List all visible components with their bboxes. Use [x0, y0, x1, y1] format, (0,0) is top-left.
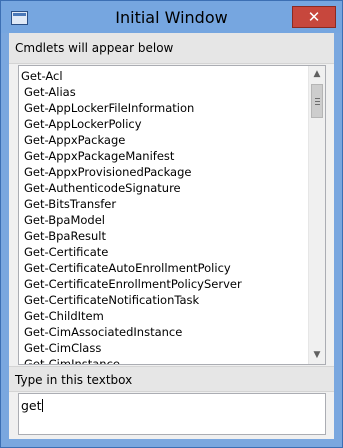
list-item[interactable]: Get-AppxPackage — [19, 132, 307, 148]
list-item[interactable]: Get-CimClass — [19, 340, 307, 356]
scroll-down-arrow-icon[interactable]: ▼ — [309, 347, 325, 364]
list-item[interactable]: Get-AppxPackageManifest — [19, 148, 307, 164]
list-item[interactable]: Get-AppxProvisionedPackage — [19, 164, 307, 180]
text-caret — [41, 399, 43, 412]
app-window-icon[interactable] — [11, 11, 28, 25]
title-bar[interactable]: Initial Window ✕ — [1, 1, 342, 33]
close-button[interactable]: ✕ — [292, 6, 336, 28]
list-item[interactable]: Get-AuthenticodeSignature — [19, 180, 307, 196]
textbox-label: Type in this textbox — [9, 366, 334, 392]
list-item[interactable]: Get-Acl — [19, 68, 307, 84]
list-item[interactable]: Get-ChildItem — [19, 308, 307, 324]
list-item[interactable]: Get-BpaModel — [19, 212, 307, 228]
client-area: Cmdlets will appear below Get-Acl Get-Ali… — [9, 33, 334, 439]
list-item[interactable]: Get-CertificateNotificationTask — [19, 292, 307, 308]
filter-textbox-value: get — [21, 398, 42, 413]
list-item[interactable]: Get-BitsTransfer — [19, 196, 307, 212]
app-window: Initial Window ✕ Cmdlets will appear bel… — [0, 0, 343, 448]
list-item[interactable]: Get-CimAssociatedInstance — [19, 324, 307, 340]
cmdlet-list-items: Get-Acl Get-Alias Get-AppLockerFileInforma… — [19, 68, 307, 364]
list-item[interactable]: Get-CertificateEnrollmentPolicyServer — [19, 276, 307, 292]
scroll-up-arrow-icon[interactable]: ▲ — [309, 66, 325, 83]
list-item[interactable]: Get-BpaResult — [19, 228, 307, 244]
vertical-scrollbar[interactable]: ▲ ▼ — [308, 66, 325, 364]
list-item[interactable]: Get-AppLockerPolicy — [19, 116, 307, 132]
list-item[interactable]: Get-AppLockerFileInformation — [19, 100, 307, 116]
scroll-thumb[interactable] — [311, 84, 323, 118]
list-item[interactable]: Get-CertificateAutoEnrollmentPolicy — [19, 260, 307, 276]
filter-textbox[interactable]: get — [18, 393, 326, 435]
cmdlet-list-label: Cmdlets will appear below — [9, 33, 334, 64]
cmdlet-listbox[interactable]: Get-Acl Get-Alias Get-AppLockerFileInforma… — [18, 65, 326, 365]
list-item[interactable]: Get-Alias — [19, 84, 307, 100]
list-item[interactable]: Get-Certificate — [19, 244, 307, 260]
close-icon: ✕ — [307, 8, 321, 26]
window-title: Initial Window — [115, 8, 228, 27]
list-item[interactable]: Get-CimInstance — [19, 356, 307, 364]
